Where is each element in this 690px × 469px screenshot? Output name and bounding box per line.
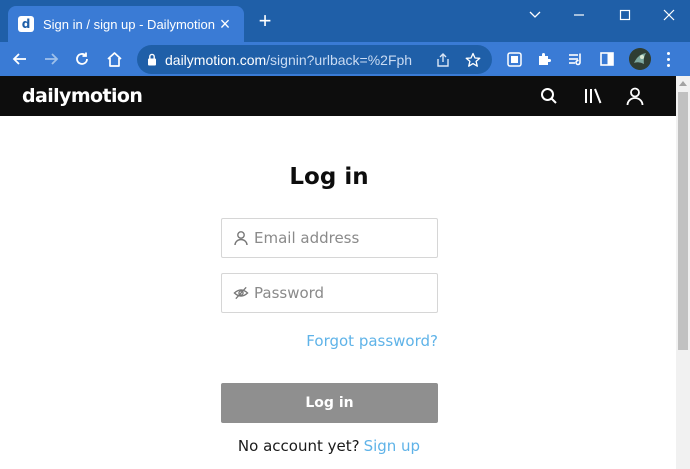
page-title: Log in xyxy=(289,164,369,190)
email-field[interactable] xyxy=(221,218,438,258)
share-icon[interactable] xyxy=(434,51,452,69)
profile-avatar[interactable] xyxy=(629,48,651,70)
chevron-down-icon[interactable] xyxy=(520,4,550,26)
more-options-icon[interactable] xyxy=(658,48,678,70)
home-icon[interactable] xyxy=(101,46,127,72)
url-path: /signin?urlback=%2Fph xyxy=(266,51,413,68)
email-input[interactable] xyxy=(254,229,434,247)
maximize-icon[interactable] xyxy=(610,4,640,26)
url-host: dailymotion.com xyxy=(165,51,267,68)
tab-title: Sign in / sign up - Dailymotion xyxy=(43,16,215,32)
page-scrollbar[interactable] xyxy=(676,76,690,469)
password-field[interactable] xyxy=(221,273,438,313)
close-icon[interactable]: × xyxy=(216,15,234,33)
user-icon xyxy=(234,231,248,246)
minimize-icon[interactable] xyxy=(564,4,594,26)
address-bar[interactable]: dailymotion.com/signin?urlback=%2Fph xyxy=(137,45,492,74)
dailymotion-favicon-icon: d xyxy=(18,16,34,32)
signup-prompt: No account yet? Sign up xyxy=(0,437,658,455)
library-icon[interactable] xyxy=(582,85,604,107)
signup-link[interactable]: Sign up xyxy=(364,437,421,455)
arrow-left-icon[interactable] xyxy=(7,46,33,72)
user-icon[interactable] xyxy=(624,85,646,107)
forgot-password-link[interactable]: Forgot password? xyxy=(221,332,438,350)
browser-tab[interactable]: d Sign in / sign up - Dailymotion × xyxy=(8,6,244,42)
puzzle-icon[interactable] xyxy=(533,48,555,70)
reload-icon[interactable] xyxy=(69,46,95,72)
lock-icon xyxy=(148,53,156,66)
arrow-right-icon[interactable] xyxy=(38,46,64,72)
extension-icon[interactable] xyxy=(503,48,525,70)
plus-icon[interactable]: + xyxy=(254,10,276,33)
star-icon[interactable] xyxy=(464,51,482,69)
scroll-thumb[interactable] xyxy=(678,92,688,350)
search-icon[interactable] xyxy=(538,85,560,107)
media-controls-icon[interactable] xyxy=(565,48,587,70)
login-button[interactable]: Log in xyxy=(221,383,438,423)
browser-title-bar: d Sign in / sign up - Dailymotion × + xyxy=(0,0,690,42)
eye-off-icon xyxy=(233,286,249,300)
url-text: dailymotion.com/signin?urlback=%2Fph xyxy=(165,52,427,68)
side-panel-icon[interactable] xyxy=(596,48,618,70)
site-header: dailymotion xyxy=(0,76,676,116)
window-close-icon[interactable] xyxy=(654,4,684,26)
scroll-up-icon[interactable] xyxy=(679,81,687,86)
login-page: Log in Forgot password? Log in No accoun… xyxy=(0,116,676,469)
no-account-text: No account yet? xyxy=(237,437,360,455)
password-input[interactable] xyxy=(254,284,434,302)
dailymotion-logo[interactable]: dailymotion xyxy=(22,85,143,107)
